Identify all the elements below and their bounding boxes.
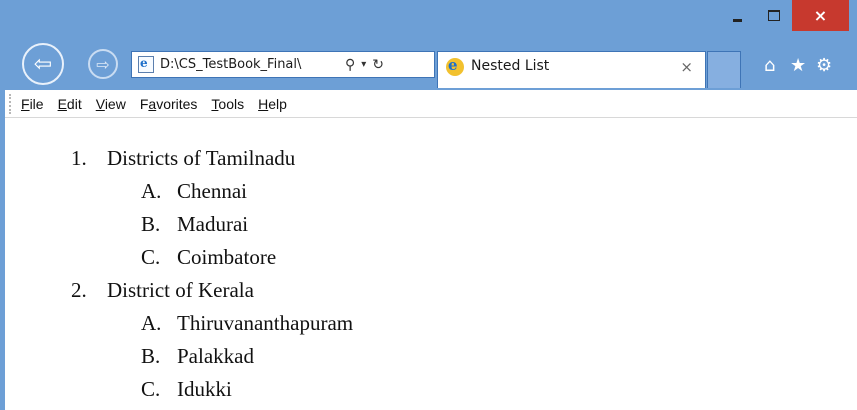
nested-list-item: B. Palakkad [71, 340, 353, 373]
list-item-label: District of Kerala [107, 278, 254, 302]
forward-button[interactable]: ⇨ [88, 49, 118, 79]
list-marker: A. [141, 179, 162, 203]
nested-list-item-label: Coimbatore [177, 245, 277, 269]
home-icon[interactable]: ⌂ [764, 55, 775, 76]
nested-list-item: C. Idukki [71, 373, 353, 406]
refresh-icon[interactable]: ↻ [372, 57, 384, 73]
list-marker: C. [141, 245, 161, 269]
list-item: 1. Districts of Tamilnadu A. Chennai B. Madur… [71, 142, 353, 274]
list-marker: 1. [71, 146, 87, 170]
menu-item-view[interactable]: View [96, 96, 126, 112]
maximize-button[interactable] [756, 0, 792, 31]
nested-list-item-label: Idukki [177, 377, 232, 401]
maximize-icon [768, 10, 780, 21]
menu-item-favorites[interactable]: Favorites [140, 96, 198, 112]
gear-icon[interactable]: ⚙ [816, 55, 832, 76]
minimize-button[interactable] [719, 0, 755, 31]
search-icon[interactable]: ⚲ [345, 57, 355, 73]
list-marker: B. [141, 344, 161, 368]
nested-list-item-label: Thiruvananthapuram [177, 311, 354, 335]
menu-item-tools[interactable]: Tools [211, 96, 244, 112]
ie-icon: e [446, 56, 464, 76]
menu-item-file[interactable]: File [21, 96, 44, 112]
dropdown-icon[interactable]: ▾ [361, 59, 366, 70]
ordered-list: 1. Districts of Tamilnadu A. Chennai B. Madur… [71, 142, 353, 406]
nested-ordered-list: A. Chennai B. Madurai C. Coimbatore [71, 175, 353, 274]
back-button[interactable]: ⇦ [22, 43, 64, 85]
toolbar-grip[interactable] [9, 93, 15, 114]
list-marker: C. [141, 377, 161, 401]
address-text[interactable]: D:\CS_TestBook_Final\ [160, 57, 338, 72]
list-item-label: Districts of Tamilnadu [107, 146, 296, 170]
tab-title: Nested List [471, 58, 550, 74]
menu-item-help[interactable]: Help [258, 96, 287, 112]
close-icon: × [813, 6, 828, 25]
page-icon: e [138, 56, 154, 73]
list-marker: 2. [71, 278, 87, 302]
menu-item-edit[interactable]: Edit [58, 96, 82, 112]
page-content: 1. Districts of Tamilnadu A. Chennai B. Madur… [5, 118, 857, 410]
title-bar: × [0, 0, 857, 38]
minimize-icon [732, 19, 742, 22]
tab-nested-list[interactable]: e Nested List × [437, 51, 706, 88]
address-bar[interactable]: e D:\CS_TestBook_Final\ ⚲ ▾ ↻ [131, 51, 435, 78]
list-item: 2. District of Kerala A. Thiruvananthapuram… [71, 274, 353, 406]
nested-list-item-label: Palakkad [177, 344, 254, 368]
forward-arrow-icon: ⇨ [96, 54, 110, 74]
menu-bar: File Edit View Favorites Tools Help [5, 90, 857, 118]
favorites-star-icon[interactable]: ★ [790, 55, 806, 76]
nested-list-item: A. Thiruvananthapuram [71, 307, 353, 340]
new-tab-button[interactable] [707, 51, 741, 88]
nested-list-item: C. Coimbatore [71, 241, 353, 274]
nested-list-item-label: Chennai [177, 179, 247, 203]
nested-list-item: B. Madurai [71, 208, 353, 241]
nested-ordered-list: A. Thiruvananthapuram B. Palakkad C. Idukki [71, 307, 353, 406]
close-window-button[interactable]: × [792, 0, 849, 31]
list-marker: B. [141, 212, 161, 236]
navigation-bar: ⇦ ⇨ e D:\CS_TestBook_Final\ ⚲ ▾ ↻ e Nest… [0, 38, 857, 90]
nested-list-item: A. Chennai [71, 175, 353, 208]
tab-close-icon[interactable]: × [680, 58, 693, 76]
list-marker: A. [141, 311, 162, 335]
nested-list-item-label: Madurai [177, 212, 249, 236]
back-arrow-icon: ⇦ [33, 51, 53, 77]
